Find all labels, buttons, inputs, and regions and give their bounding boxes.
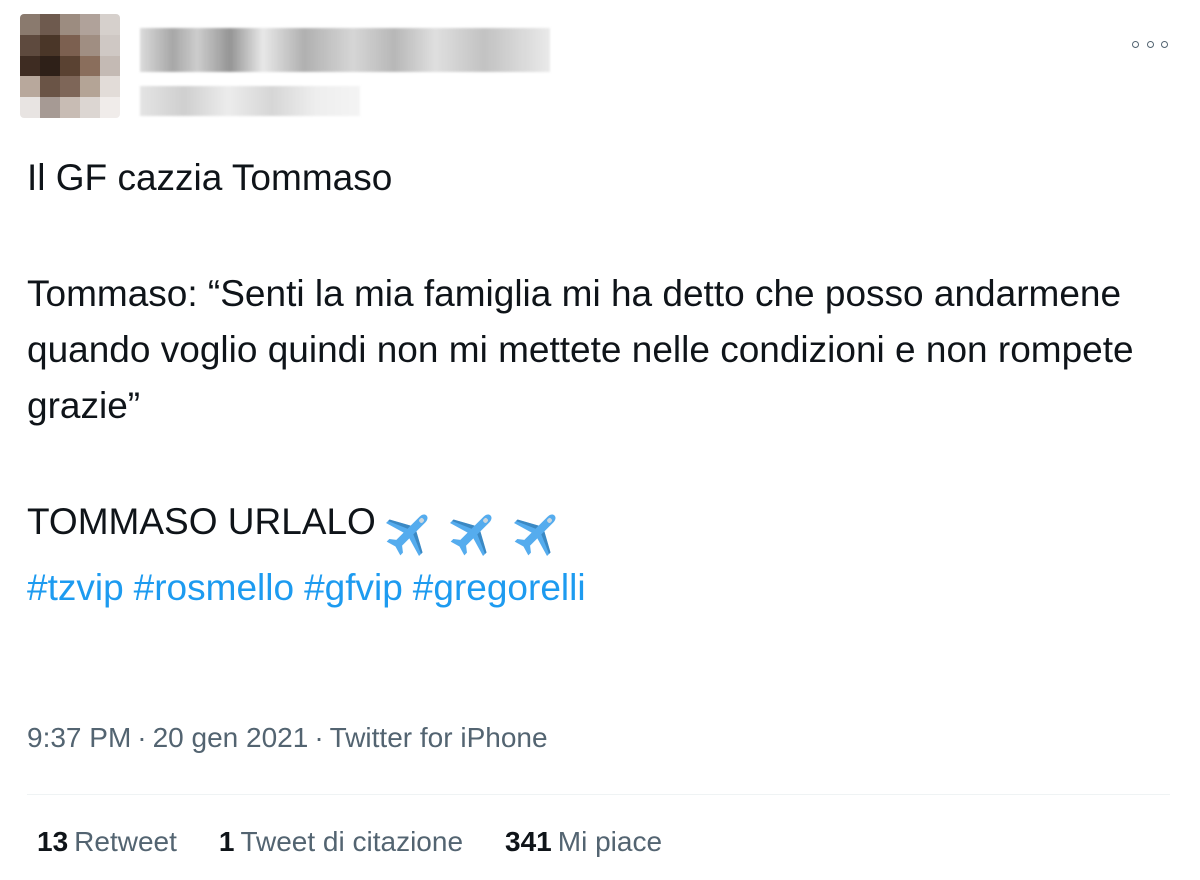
meta-separator: · [137,722,147,753]
avatar[interactable] [20,14,120,118]
avatar-pixel [80,97,100,118]
avatar-pixel [20,34,40,56]
hashtag-link[interactable]: #gfvip [304,567,403,608]
quotes-label: Tweet di citazione [240,826,464,857]
avatar-pixel [20,76,40,98]
username-blurred[interactable] [140,86,360,116]
tweet-line-3-text: TOMMASO URLALO [27,501,376,542]
hashtag-link[interactable]: #rosmello [134,567,294,608]
likes-count: 341 [505,826,552,857]
avatar-pixel [100,97,120,118]
tweet-line-2: Tommaso: “Senti la mia famiglia mi ha de… [27,273,1134,426]
hashtag-link[interactable]: #gregorelli [413,567,586,608]
divider [27,794,1170,795]
avatar-pixel [80,34,100,56]
tweet-source-link[interactable]: Twitter for iPhone [330,722,548,753]
avatar-pixel [80,76,100,98]
avatar-pixel [100,14,120,35]
hashtag-link[interactable]: #tzvip [27,567,124,608]
avatar-pixel [20,97,40,118]
avatar-pixel [40,55,60,77]
avatar-pixel [80,14,100,35]
tweet-stats: 13 Retweet 1 Tweet di citazione 341 Mi piac… [37,826,662,858]
likes-stat[interactable]: 341 Mi piace [505,826,662,858]
avatar-pixel [20,55,40,77]
avatar-pixel [40,97,60,118]
retweets-count: 13 [37,826,69,857]
tweet-line-3: TOMMASO URLALO [27,494,1177,560]
avatar-pixel [100,55,120,77]
avatar-pixel [40,76,60,98]
retweets-stat[interactable]: 13 Retweet [37,826,177,858]
avatar-pixel [60,97,80,118]
airplane-emoji-icon [385,514,428,557]
meta-separator: · [314,722,324,753]
more-options-icon[interactable] [1132,36,1168,52]
avatar-pixel [60,34,80,56]
tweet-header [20,14,1180,124]
tweet-time-link[interactable]: 9:37 PM [27,722,131,753]
hashtag-list: #tzvip #rosmello #gfvip #gregorelli [27,560,1177,616]
display-name-blurred[interactable] [140,28,550,72]
avatar-pixel [60,55,80,77]
tweet-metadata: 9:37 PM · 20 gen 2021 · Twitter for iPhone [27,722,548,754]
avatar-pixel [60,14,80,35]
avatar-pixel [100,76,120,98]
avatar-pixel [40,34,60,56]
airplane-emoji-icon [514,514,556,557]
avatar-pixel [20,14,40,35]
avatar-pixel [80,55,100,77]
retweets-label: Retweet [74,826,177,857]
tweet-line-1: Il GF cazzia Tommaso [27,157,393,198]
avatar-pixel [60,76,80,98]
avatar-pixel [100,34,120,56]
airplane-emoji-icon [450,514,492,557]
tweet-text: Il GF cazzia Tommaso Tommaso: “Senti la … [27,150,1177,616]
airplane-emoji-group [382,502,565,560]
avatar-pixel [40,14,60,35]
tweet-date-link[interactable]: 20 gen 2021 [153,722,309,753]
quotes-count: 1 [218,826,235,857]
likes-label: Mi piace [557,826,663,857]
quote-tweets-stat[interactable]: 1 Tweet di citazione [219,826,463,858]
